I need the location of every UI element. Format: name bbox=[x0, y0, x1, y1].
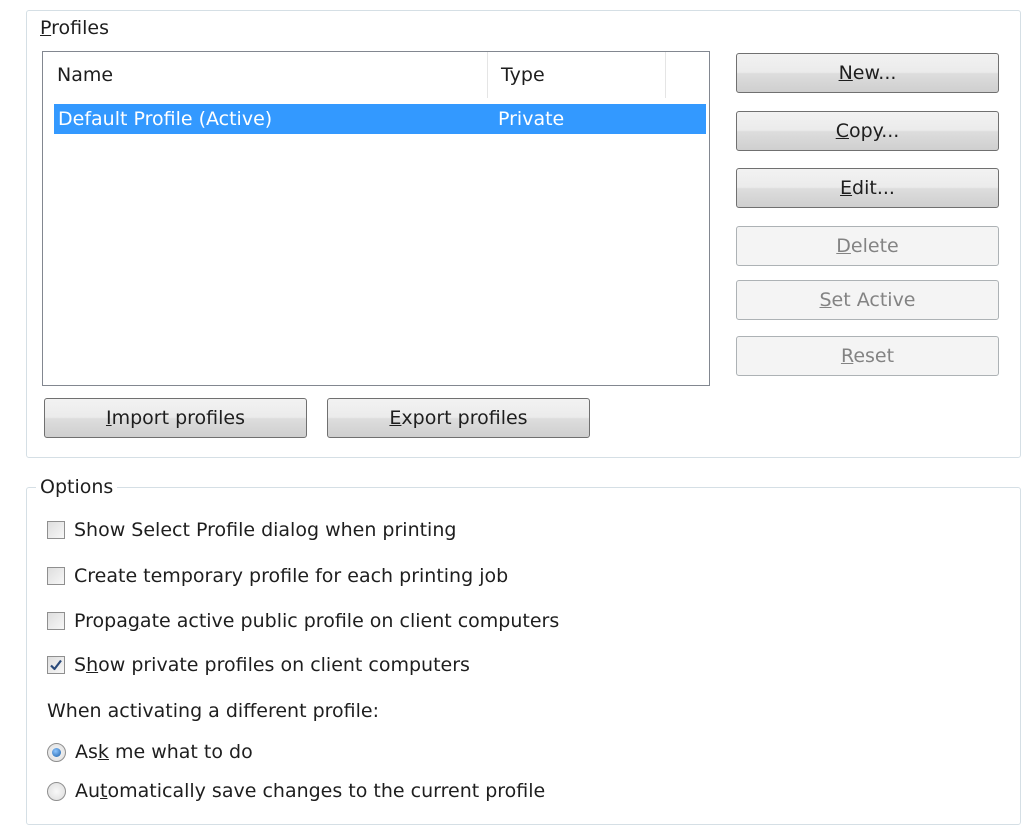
activation-label: When activating a different profile: bbox=[47, 700, 380, 722]
import-label-rest: mport profiles bbox=[111, 407, 246, 429]
set-active-label-rest: et Active bbox=[831, 289, 916, 311]
export-profiles-button[interactable]: Export profiles bbox=[327, 398, 590, 438]
new-button[interactable]: New... bbox=[736, 53, 999, 93]
label-part: omatically save changes to the current p… bbox=[107, 780, 546, 802]
checkbox[interactable] bbox=[47, 521, 65, 539]
radio[interactable] bbox=[47, 781, 66, 801]
show-select-profile-checkbox-row[interactable]: Show Select Profile dialog when printing bbox=[47, 516, 456, 544]
export-mnemonic: E bbox=[389, 407, 402, 429]
edit-label-rest: dit... bbox=[852, 177, 895, 199]
checkbox-label: Create temporary profile for each printi… bbox=[74, 565, 509, 587]
label-part: S bbox=[74, 654, 87, 676]
checkmark-icon bbox=[50, 659, 62, 671]
label-mnemonic: h bbox=[86, 654, 99, 676]
label-mnemonic: g bbox=[127, 610, 140, 632]
set-active-mnemonic: S bbox=[819, 289, 832, 311]
options-group-title: Options bbox=[36, 476, 118, 498]
label-mnemonic: k bbox=[97, 741, 109, 763]
label-part: Au bbox=[75, 780, 101, 802]
export-label-rest: xport profiles bbox=[401, 407, 528, 429]
import-profiles-button[interactable]: Import profiles bbox=[44, 398, 307, 438]
delete-mnemonic: D bbox=[836, 235, 851, 257]
label-part: Propa bbox=[74, 610, 128, 632]
checkbox[interactable] bbox=[47, 567, 65, 585]
checkbox-checked[interactable] bbox=[47, 656, 65, 674]
profiles-title-mnemonic: P bbox=[40, 17, 52, 39]
label-part: ow private profiles on client computers bbox=[98, 654, 470, 676]
reset-mnemonic: R bbox=[840, 345, 854, 367]
radio-dot-icon bbox=[52, 747, 61, 757]
edit-button[interactable]: Edit... bbox=[736, 168, 999, 208]
radio-label: Automatically save changes to the curren… bbox=[75, 780, 545, 802]
label-part: ate active public profile on client comp… bbox=[139, 610, 560, 632]
checkbox-label: Show Select Profile dialog when printing bbox=[74, 519, 457, 541]
new-label-rest: ew... bbox=[852, 62, 897, 84]
column-header-type[interactable]: Type bbox=[487, 52, 665, 98]
delete-label-rest: elete bbox=[850, 235, 899, 257]
label-part: me what to do bbox=[108, 741, 253, 763]
column-separator[interactable] bbox=[665, 52, 666, 98]
checkbox-label: Propagate active public profile on clien… bbox=[74, 610, 559, 632]
copy-mnemonic: C bbox=[835, 120, 849, 142]
checkbox-label: Show private profiles on client computer… bbox=[74, 654, 470, 676]
new-mnemonic: N bbox=[838, 62, 853, 84]
create-temporary-profile-checkbox-row[interactable]: Create temporary profile for each printi… bbox=[47, 562, 508, 590]
profile-row-selected[interactable]: Default Profile (Active) Private bbox=[54, 104, 706, 134]
radio-label: Ask me what to do bbox=[75, 741, 253, 763]
delete-button[interactable]: Delete bbox=[736, 226, 999, 266]
profile-type-cell: Private bbox=[498, 108, 565, 130]
set-active-button[interactable]: Set Active bbox=[736, 280, 999, 320]
auto-save-radio-row[interactable]: Automatically save changes to the curren… bbox=[47, 777, 545, 805]
copy-label-rest: opy... bbox=[848, 120, 900, 142]
label-part: As bbox=[75, 741, 98, 763]
profiles-title-rest: rofiles bbox=[51, 17, 109, 39]
reset-button[interactable]: Reset bbox=[736, 336, 999, 376]
copy-button[interactable]: Copy... bbox=[736, 111, 999, 151]
reset-label-rest: eset bbox=[853, 345, 895, 367]
profiles-list[interactable]: Name Type Default Profile (Active) Priva… bbox=[42, 51, 710, 386]
profiles-group-title: Profiles bbox=[36, 17, 113, 39]
label-mnemonic: t bbox=[100, 780, 108, 802]
checkbox[interactable] bbox=[47, 612, 65, 630]
radio-selected[interactable] bbox=[47, 742, 66, 762]
profiles-list-header: Name Type bbox=[43, 52, 709, 98]
column-header-name[interactable]: Name bbox=[43, 52, 487, 98]
ask-me-radio-row[interactable]: Ask me what to do bbox=[47, 738, 253, 766]
show-private-profiles-checkbox-row[interactable]: Show private profiles on client computer… bbox=[47, 651, 470, 679]
profile-name-cell: Default Profile (Active) bbox=[58, 108, 273, 130]
propagate-public-profile-checkbox-row[interactable]: Propagate active public profile on clien… bbox=[47, 607, 559, 635]
edit-mnemonic: E bbox=[840, 177, 853, 199]
